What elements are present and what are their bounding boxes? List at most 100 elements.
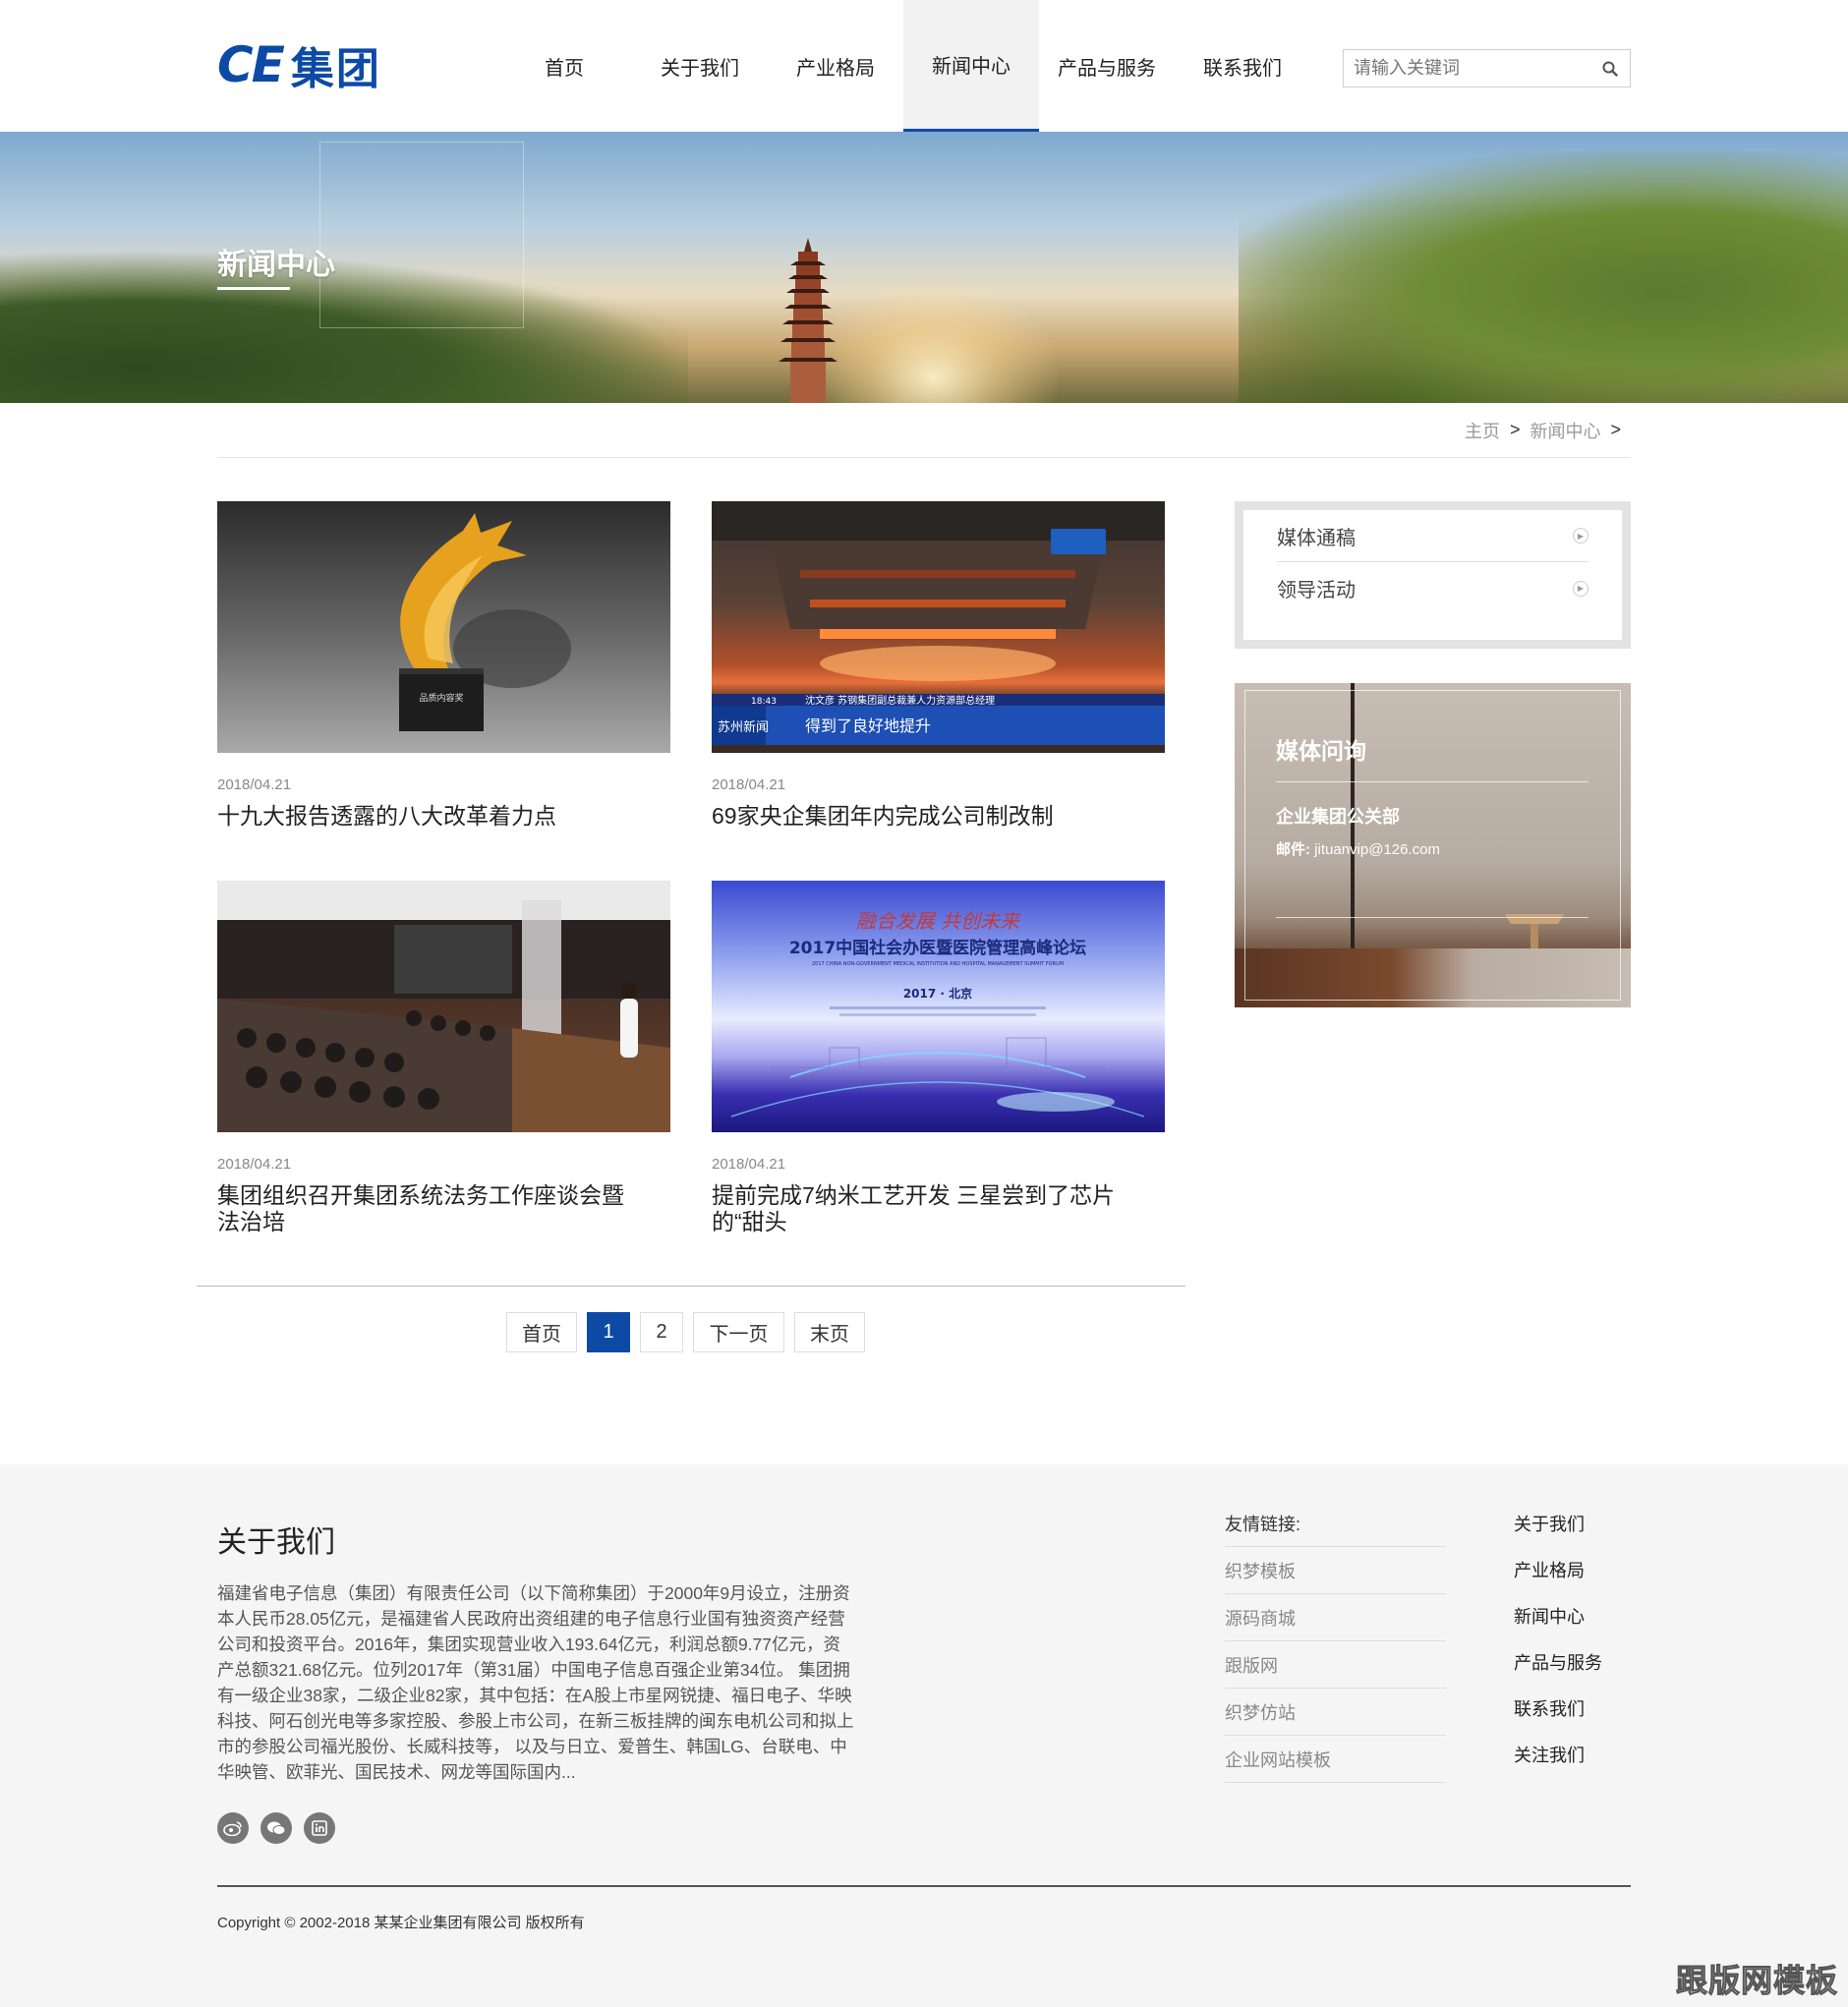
footer-nav-industry[interactable]: 产业格局	[1514, 1546, 1602, 1592]
news-date: 2018/04.21	[712, 1156, 786, 1173]
footer-link[interactable]: 企业网站模板	[1225, 1736, 1446, 1783]
footer-divider	[217, 1885, 1631, 1887]
seminar-illustration	[217, 881, 670, 1132]
breadcrumb-home[interactable]: 主页	[1465, 418, 1500, 443]
footer-nav-follow[interactable]: 关注我们	[1514, 1731, 1602, 1777]
footer-nav-news[interactable]: 新闻中心	[1514, 1592, 1602, 1638]
nav-home[interactable]: 首页	[496, 0, 632, 132]
news-card[interactable]: 18:43 沈文彦 苏钢集团副总裁兼人力资源部总经理 苏州新闻 得到了良好地提升…	[712, 501, 1165, 830]
sidebar-item-leader-activity[interactable]: 领导活动 ▶	[1277, 562, 1588, 614]
news-date: 2018/04.21	[217, 776, 292, 793]
media-inquiry-card: 媒体问询 企业集团公关部 邮件: jituanvip@126.com	[1235, 683, 1631, 1007]
media-email-value[interactable]: jituanvip@126.com	[1314, 841, 1440, 858]
footer-nav-contact[interactable]: 联系我们	[1514, 1685, 1602, 1731]
breadcrumb-separator: >	[1610, 420, 1621, 439]
pager-divider	[197, 1286, 1185, 1287]
tv-caption: 得到了良好地提升	[805, 717, 931, 735]
search-button[interactable]	[1590, 50, 1630, 86]
trophy-illustration: 品质内容奖	[399, 513, 571, 731]
news-thumbnail-seminar[interactable]	[217, 881, 670, 1132]
sidebar-item-label: 媒体通稿	[1277, 527, 1356, 549]
banner-title: 新闻中心	[217, 249, 335, 281]
media-department: 企业集团公关部	[1276, 807, 1400, 827]
tv-time: 18:43	[751, 697, 777, 707]
watermark-text: 跟版网模板	[1675, 1963, 1838, 1999]
site-logo[interactable]: CE 集团	[217, 36, 381, 94]
news-card[interactable]: 融合发展 共创未来 2017中国社会办医暨医院管理高峰论坛 2017 CHINA…	[712, 881, 1165, 1235]
nav-contact[interactable]: 联系我们	[1175, 0, 1310, 132]
footer-about-title: 关于我们	[217, 1526, 335, 1559]
chevron-right-icon: ▶	[1573, 528, 1588, 544]
footer-social-icons	[217, 1812, 335, 1844]
nav-industry[interactable]: 产业格局	[768, 0, 903, 132]
news-thumbnail-trophy[interactable]: 品质内容奖	[217, 501, 670, 753]
banner-underline	[217, 287, 290, 290]
wechat-icon[interactable]	[260, 1812, 292, 1844]
sidebar-item-label: 领导活动	[1277, 580, 1356, 602]
news-title[interactable]: 十九大报告透露的八大改革着力点	[217, 803, 640, 830]
pagoda-illustration	[779, 238, 837, 403]
news-date: 2018/04.21	[712, 776, 786, 793]
footer-friend-links: 友情链接: 织梦模板 源码商城 跟版网 织梦仿站 企业网站模板	[1225, 1500, 1446, 1783]
breadcrumb: 主页 > 新闻中心 >	[217, 403, 1631, 458]
weibo-icon[interactable]	[217, 1812, 249, 1844]
main-nav: 首页 关于我们 产业格局 新闻中心 产品与服务 联系我们	[496, 0, 1310, 132]
news-title[interactable]: 69家央企集团年内完成公司制改制	[712, 803, 1134, 830]
news-title[interactable]: 提前完成7纳米工艺开发 三星尝到了芯片的“甜头	[712, 1182, 1134, 1235]
forum-subtitle: 2017 CHINA NON-GOVERNMENT MEDICAL INSTIT…	[812, 961, 1064, 967]
pager-page-2[interactable]: 2	[640, 1312, 683, 1352]
media-email-label: 邮件:	[1276, 841, 1310, 858]
page-banner: 新闻中心	[0, 132, 1848, 403]
news-card[interactable]: 品质内容奖 2018/04.21 十九大报告透露的八大改革着力点	[217, 501, 670, 830]
nav-news[interactable]: 新闻中心	[903, 0, 1039, 132]
media-divider	[1276, 917, 1588, 918]
pager-next[interactable]: 下一页	[693, 1312, 784, 1352]
footer-about-text: 福建省电子信息（集团）有限责任公司（以下简称集团）于2000年9月设立，注册资本…	[217, 1583, 854, 1782]
footer-link[interactable]: 源码商城	[1225, 1594, 1446, 1641]
news-card[interactable]: 2018/04.21 集团组织召开集团系统法务工作座谈会暨法治培	[217, 881, 670, 1235]
chevron-right-icon: ▶	[1573, 580, 1588, 597]
news-thumbnail-forum[interactable]: 融合发展 共创未来 2017中国社会办医暨医院管理高峰论坛 2017 CHINA…	[712, 881, 1165, 1132]
footer-nav-products[interactable]: 产品与服务	[1514, 1638, 1602, 1685]
news-thumbnail-steel-mill[interactable]: 18:43 沈文彦 苏钢集团副总裁兼人力资源部总经理 苏州新闻 得到了良好地提升	[712, 501, 1165, 753]
footer-copyright: Copyright © 2002-2018 某某企业集团有限公司 版权所有	[217, 1915, 585, 1931]
sidebar-item-media-release[interactable]: 媒体通稿 ▶	[1277, 510, 1588, 562]
breadcrumb-separator: >	[1509, 420, 1521, 439]
pager-last[interactable]: 末页	[794, 1312, 865, 1352]
forum-place: 2017 · 北京	[903, 986, 972, 1001]
footer-links-title: 友情链接:	[1225, 1500, 1446, 1547]
linkedin-icon[interactable]	[304, 1812, 335, 1844]
footer-link[interactable]: 织梦模板	[1225, 1547, 1446, 1594]
tv-ticker: 沈文彦 苏钢集团副总裁兼人力资源部总经理	[805, 694, 995, 707]
search-icon	[1602, 61, 1618, 77]
pagination: 首页 1 2 下一页 末页	[506, 1312, 865, 1352]
tv-channel: 苏州新闻	[718, 719, 769, 735]
media-divider	[1276, 781, 1588, 782]
site-footer: 关于我们 福建省电子信息（集团）有限责任公司（以下简称集团）于2000年9月设立…	[0, 1464, 1848, 2007]
pager-first[interactable]: 首页	[506, 1312, 577, 1352]
footer-nav: 关于我们 产业格局 新闻中心 产品与服务 联系我们 关注我们	[1514, 1500, 1602, 1777]
banner-trees-right	[1239, 151, 1848, 403]
forum-slogan: 融合发展 共创未来	[856, 909, 1021, 933]
search-box	[1343, 49, 1631, 87]
nav-about[interactable]: 关于我们	[632, 0, 768, 132]
logo-ce-mark: CE	[217, 36, 285, 93]
news-date: 2018/04.21	[217, 1156, 292, 1173]
media-email: 邮件: jituanvip@126.com	[1276, 838, 1440, 859]
footer-link[interactable]: 织梦仿站	[1225, 1689, 1446, 1736]
nav-products[interactable]: 产品与服务	[1039, 0, 1175, 132]
media-title: 媒体问询	[1276, 738, 1366, 764]
news-title[interactable]: 集团组织召开集团系统法务工作座谈会暨法治培	[217, 1182, 640, 1235]
trophy-plate-text: 品质内容奖	[419, 692, 463, 704]
forum-title: 2017中国社会办医暨医院管理高峰论坛	[789, 938, 1086, 958]
logo-cn-text: 集团	[290, 44, 381, 94]
site-header: CE 集团 首页 关于我们 产业格局 新闻中心 产品与服务 联系我们	[0, 0, 1848, 132]
search-input[interactable]	[1344, 50, 1590, 86]
breadcrumb-current[interactable]: 新闻中心	[1530, 418, 1600, 443]
forum-backdrop: 融合发展 共创未来 2017中国社会办医暨医院管理高峰论坛 2017 CHINA…	[730, 909, 1145, 1118]
footer-link[interactable]: 跟版网	[1225, 1641, 1446, 1689]
pager-page-1[interactable]: 1	[587, 1312, 630, 1352]
sidebar-categories: 媒体通稿 ▶ 领导活动 ▶	[1235, 501, 1631, 649]
banner-decor-frame	[319, 142, 524, 328]
footer-nav-about[interactable]: 关于我们	[1514, 1500, 1602, 1546]
